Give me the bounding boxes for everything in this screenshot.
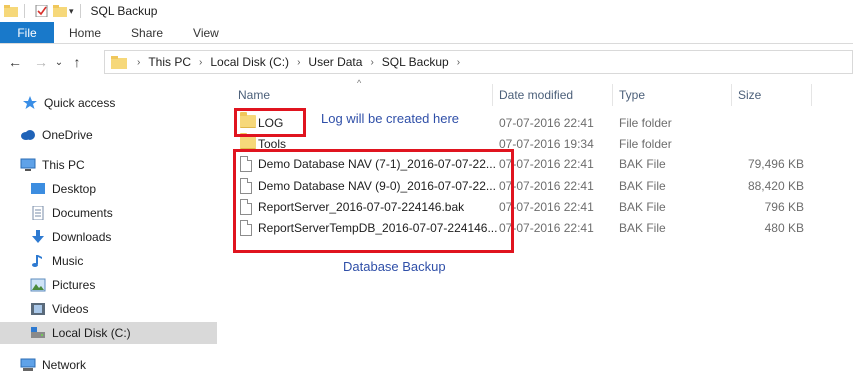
- file-size: 796 KB: [764, 200, 804, 214]
- file-type: BAK File: [619, 200, 666, 214]
- computer-icon: [20, 158, 36, 171]
- file-date: 07-07-2016 22:41: [499, 116, 594, 130]
- sidebar-item-label: This PC: [42, 158, 85, 172]
- title-divider: [79, 4, 81, 18]
- breadcrumb-user-data[interactable]: User Data: [308, 55, 362, 69]
- log-highlight-box: [234, 108, 306, 137]
- file-size: 79,496 KB: [747, 157, 804, 171]
- sidebar-item-onedrive[interactable]: OneDrive: [0, 124, 217, 146]
- sidebar-item-quick-access[interactable]: Quick access: [0, 92, 217, 114]
- network-icon: [20, 358, 36, 371]
- file-size: 480 KB: [764, 221, 804, 235]
- breadcrumb-separator[interactable]: ›: [199, 57, 202, 68]
- sidebar-item-label: Videos: [52, 302, 89, 316]
- breadcrumb-separator[interactable]: ›: [457, 57, 460, 68]
- folder-icon: [240, 133, 256, 149]
- window-title: SQL Backup: [90, 4, 158, 18]
- sidebar-item-label: Desktop: [52, 182, 97, 196]
- column-header-date-modified[interactable]: Date modified: [493, 84, 613, 106]
- breadcrumb-separator[interactable]: ›: [297, 57, 300, 68]
- back-button[interactable]: ←: [6, 54, 24, 70]
- sidebar-item-label: Downloads: [52, 230, 112, 244]
- file-type: BAK File: [619, 179, 666, 193]
- sidebar-item-this-pc[interactable]: This PC: [0, 154, 217, 176]
- sidebar-item-label: Local Disk (C:): [52, 326, 131, 340]
- address-bar[interactable]: › This PC › Local Disk (C:) › User Data …: [104, 50, 853, 74]
- sidebar-item-videos[interactable]: Videos: [0, 298, 217, 320]
- tab-share[interactable]: Share: [116, 22, 178, 43]
- videos-icon: [31, 303, 45, 315]
- cloud-icon: [21, 130, 35, 140]
- breadcrumb-separator[interactable]: ›: [370, 57, 373, 68]
- sidebar-item-documents[interactable]: Documents: [0, 202, 217, 224]
- up-button[interactable]: ↑: [68, 54, 86, 70]
- toolbar-divider: [24, 4, 25, 18]
- ribbon-tabs: File Home Share View: [0, 22, 853, 44]
- drive-icon: [31, 327, 45, 338]
- backup-highlight-box: [233, 149, 514, 253]
- file-size: 88,420 KB: [747, 179, 804, 193]
- file-type: File folder: [619, 116, 672, 130]
- sidebar-item-label: Quick access: [44, 96, 116, 110]
- breadcrumb-this-pc[interactable]: This PC: [148, 55, 191, 69]
- log-annotation: Log will be created here: [321, 111, 460, 126]
- folder-icon[interactable]: [4, 5, 18, 17]
- folder-icon: [111, 56, 127, 69]
- download-icon: [32, 230, 44, 243]
- sidebar-item-desktop[interactable]: Desktop: [0, 178, 217, 200]
- file-type: BAK File: [619, 221, 666, 235]
- file-type: BAK File: [619, 157, 666, 171]
- column-header-size[interactable]: Size: [732, 84, 812, 106]
- tab-view[interactable]: View: [178, 22, 234, 43]
- tab-file[interactable]: File: [0, 22, 54, 43]
- sidebar-item-label: Documents: [52, 206, 113, 220]
- column-header-type[interactable]: Type: [613, 84, 732, 106]
- breadcrumb-local-disk[interactable]: Local Disk (C:): [210, 55, 289, 69]
- sidebar-item-local-disk[interactable]: Local Disk (C:): [0, 322, 217, 344]
- sidebar-item-network[interactable]: Network: [0, 354, 217, 376]
- backup-annotation: Database Backup: [343, 259, 446, 274]
- pictures-icon: [30, 278, 46, 292]
- documents-icon: [32, 206, 44, 220]
- recent-locations-button[interactable]: ⌄: [50, 57, 68, 68]
- tab-home[interactable]: Home: [54, 22, 116, 43]
- sidebar-item-music[interactable]: Music: [0, 250, 217, 272]
- sidebar-item-label: Network: [42, 358, 87, 372]
- customize-toolbar-dropdown[interactable]: ▾: [69, 6, 74, 17]
- navigation-pane: Quick access OneDrive This PC Desktop Do…: [0, 82, 217, 378]
- new-folder-icon[interactable]: [53, 5, 67, 17]
- sidebar-item-downloads[interactable]: Downloads: [0, 226, 217, 248]
- breadcrumb-sql-backup[interactable]: SQL Backup: [382, 55, 449, 69]
- breadcrumb-separator[interactable]: ›: [137, 57, 140, 68]
- sidebar-item-label: OneDrive: [42, 128, 93, 142]
- column-header-name[interactable]: Name: [232, 84, 493, 106]
- sidebar-item-label: Music: [52, 254, 84, 268]
- sidebar-item-pictures[interactable]: Pictures: [0, 274, 217, 296]
- music-icon: [32, 255, 42, 267]
- sidebar-item-label: Pictures: [52, 278, 96, 292]
- file-type: File folder: [619, 137, 672, 151]
- star-icon: [23, 96, 37, 109]
- title-bar: ▾ SQL Backup: [0, 0, 853, 22]
- desktop-icon: [31, 183, 45, 194]
- navigation-bar: ← → ⌄ ↑ › This PC › Local Disk (C:) › Us…: [0, 46, 853, 78]
- properties-icon[interactable]: [35, 5, 49, 17]
- forward-button[interactable]: →: [32, 54, 50, 70]
